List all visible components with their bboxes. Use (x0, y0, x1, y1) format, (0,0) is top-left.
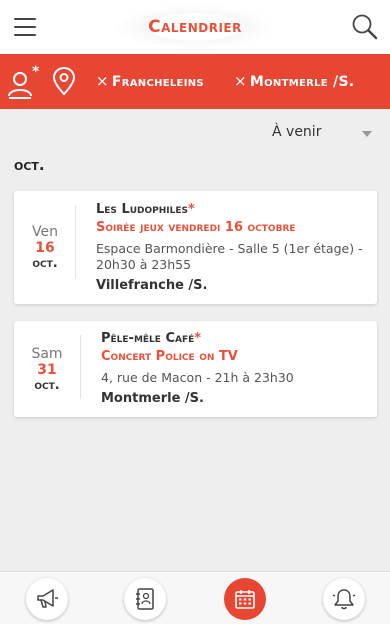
location-pin-icon[interactable] (50, 66, 78, 96)
favorite-star: * (194, 331, 202, 346)
event-month: oct. (32, 256, 58, 271)
nav-announcements-button[interactable] (26, 578, 68, 620)
event-city: Montmerle /S. (101, 391, 204, 406)
event-title: Concert Police on TV (101, 349, 238, 364)
event-title: Soirée jeux vendredi 16 octobre (96, 220, 296, 235)
filter-chip-francheleins[interactable]: × Francheleins (96, 72, 204, 90)
event-weekday: Ven (32, 224, 58, 240)
user-filter-icon[interactable]: * (6, 62, 40, 102)
event-info: Les Ludophiles* Soirée jeux vendredi 16 … (96, 201, 365, 295)
event-organizer-name: Les Ludophiles (96, 202, 188, 217)
nav-notifications-button[interactable] (323, 578, 365, 620)
filter-chip-label: Francheleins (111, 74, 204, 90)
event-card[interactable]: Sam 31 oct. Pêle-mêle Café* Concert Poli… (14, 321, 377, 417)
sort-select[interactable]: À venir (272, 124, 376, 146)
filter-chip-label: Montmerle /S. (249, 74, 355, 90)
filter-bar: * × Francheleins × Montmerle /S. (0, 54, 390, 109)
event-date: Sam 31 oct. (14, 321, 80, 417)
hamburger-menu-icon[interactable] (14, 18, 38, 36)
app-header: Calendrier (0, 0, 390, 54)
event-place: Espace Barmondière - Salle 5 (1er étage)… (96, 241, 363, 272)
event-day: 16 (35, 240, 55, 256)
event-organizer: Les Ludophiles* (96, 201, 365, 218)
favorite-star: * (188, 202, 195, 217)
calendar-icon (235, 590, 255, 609)
chevron-down-icon (362, 131, 372, 137)
search-icon[interactable] (350, 12, 380, 42)
megaphone-icon (37, 589, 58, 608)
month-header: oct. (14, 156, 45, 174)
close-icon[interactable]: × (96, 72, 109, 90)
page-title: Calendrier (148, 17, 242, 37)
card-divider (80, 335, 81, 399)
nav-directory-button[interactable] (124, 578, 166, 620)
nav-calendar-button[interactable] (224, 578, 266, 620)
svg-text:*: * (32, 64, 40, 80)
event-info: Pêle-mêle Café* Concert Police on TV 4, … (101, 330, 365, 408)
event-month: oct. (34, 377, 60, 393)
bottom-nav (0, 571, 390, 624)
event-city: Villefranche /S. (96, 278, 208, 293)
filter-chip-montmerle[interactable]: × Montmerle /S. (234, 72, 354, 90)
event-date: Ven 16 oct. (14, 191, 76, 304)
event-weekday: Sam (31, 345, 63, 362)
event-organizer-name: Pêle-mêle Café (101, 331, 195, 346)
event-day: 31 (37, 361, 57, 378)
address-book-icon (136, 588, 154, 610)
card-divider (75, 205, 76, 279)
sort-select-value: À venir (272, 124, 322, 140)
close-icon[interactable]: × (234, 72, 247, 90)
event-organizer: Pêle-mêle Café* (101, 330, 365, 347)
event-place: 4, rue de Macon - 21h à 23h30 (101, 370, 294, 385)
bell-icon (332, 589, 356, 610)
event-card[interactable]: Ven 16 oct. Les Ludophiles* Soirée jeux … (14, 191, 377, 304)
